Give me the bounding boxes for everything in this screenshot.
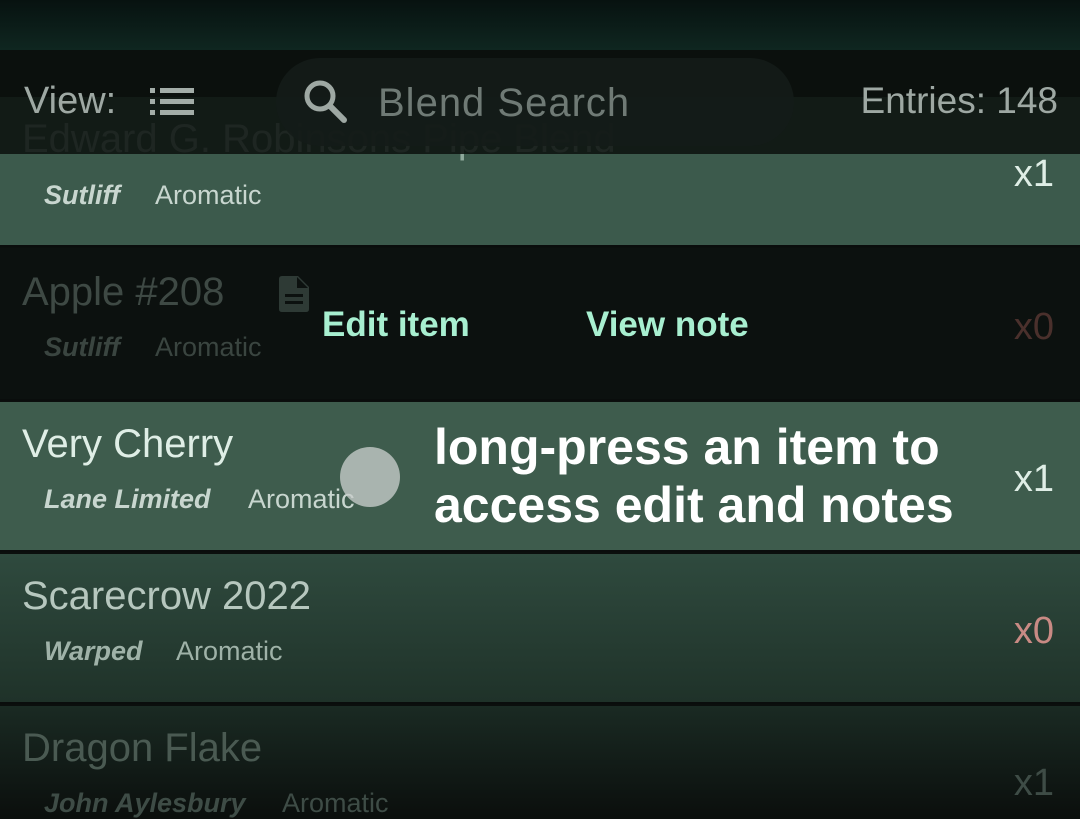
- entries-count: Entries: 148: [860, 80, 1058, 121]
- item-quantity: x0: [1013, 610, 1054, 652]
- item-brand: Warped: [44, 636, 143, 666]
- item-quantity: x1: [1013, 153, 1054, 195]
- item-quantity: x1: [1013, 762, 1054, 804]
- list-item[interactable]: Scarecrow 2022 Warped Aromatic x0: [0, 554, 1080, 704]
- search-icon[interactable]: [302, 78, 348, 124]
- item-brand: Lane Limited: [44, 484, 211, 514]
- item-brand: Sutliff: [44, 332, 120, 362]
- list-icon[interactable]: [150, 88, 194, 116]
- edit-item-button[interactable]: Edit item: [322, 305, 470, 345]
- item-quantity: x1: [1013, 458, 1054, 500]
- list-item[interactable]: Dragon Flake John Aylesbury Aromatic x1: [0, 706, 1080, 818]
- touch-indicator: [340, 447, 400, 507]
- item-name: Dragon Flake: [22, 726, 263, 770]
- item-type: Aromatic: [282, 788, 389, 818]
- item-name: Apple #208: [22, 270, 225, 314]
- item-type: Aromatic: [176, 636, 283, 666]
- item-type: Aromatic: [155, 332, 262, 362]
- item-name: Very Cherry: [22, 422, 234, 466]
- search-bar[interactable]: [276, 58, 794, 146]
- list-item[interactable]: Apple #208 Sutliff Aromatic x0: [0, 248, 1080, 401]
- item-brand: Sutliff: [44, 180, 120, 210]
- tutorial-hint: long-press an item to access edit and no…: [434, 419, 954, 533]
- item-quantity: x0: [1013, 306, 1054, 348]
- item-brand: John Aylesbury: [44, 788, 246, 818]
- document-icon: [279, 276, 309, 312]
- search-input[interactable]: [376, 72, 780, 134]
- item-type: Aromatic: [155, 180, 262, 210]
- view-note-button[interactable]: View note: [586, 305, 749, 345]
- item-name: Scarecrow 2022: [22, 574, 312, 618]
- view-label: View:: [24, 80, 117, 122]
- item-type: Aromatic: [248, 484, 355, 514]
